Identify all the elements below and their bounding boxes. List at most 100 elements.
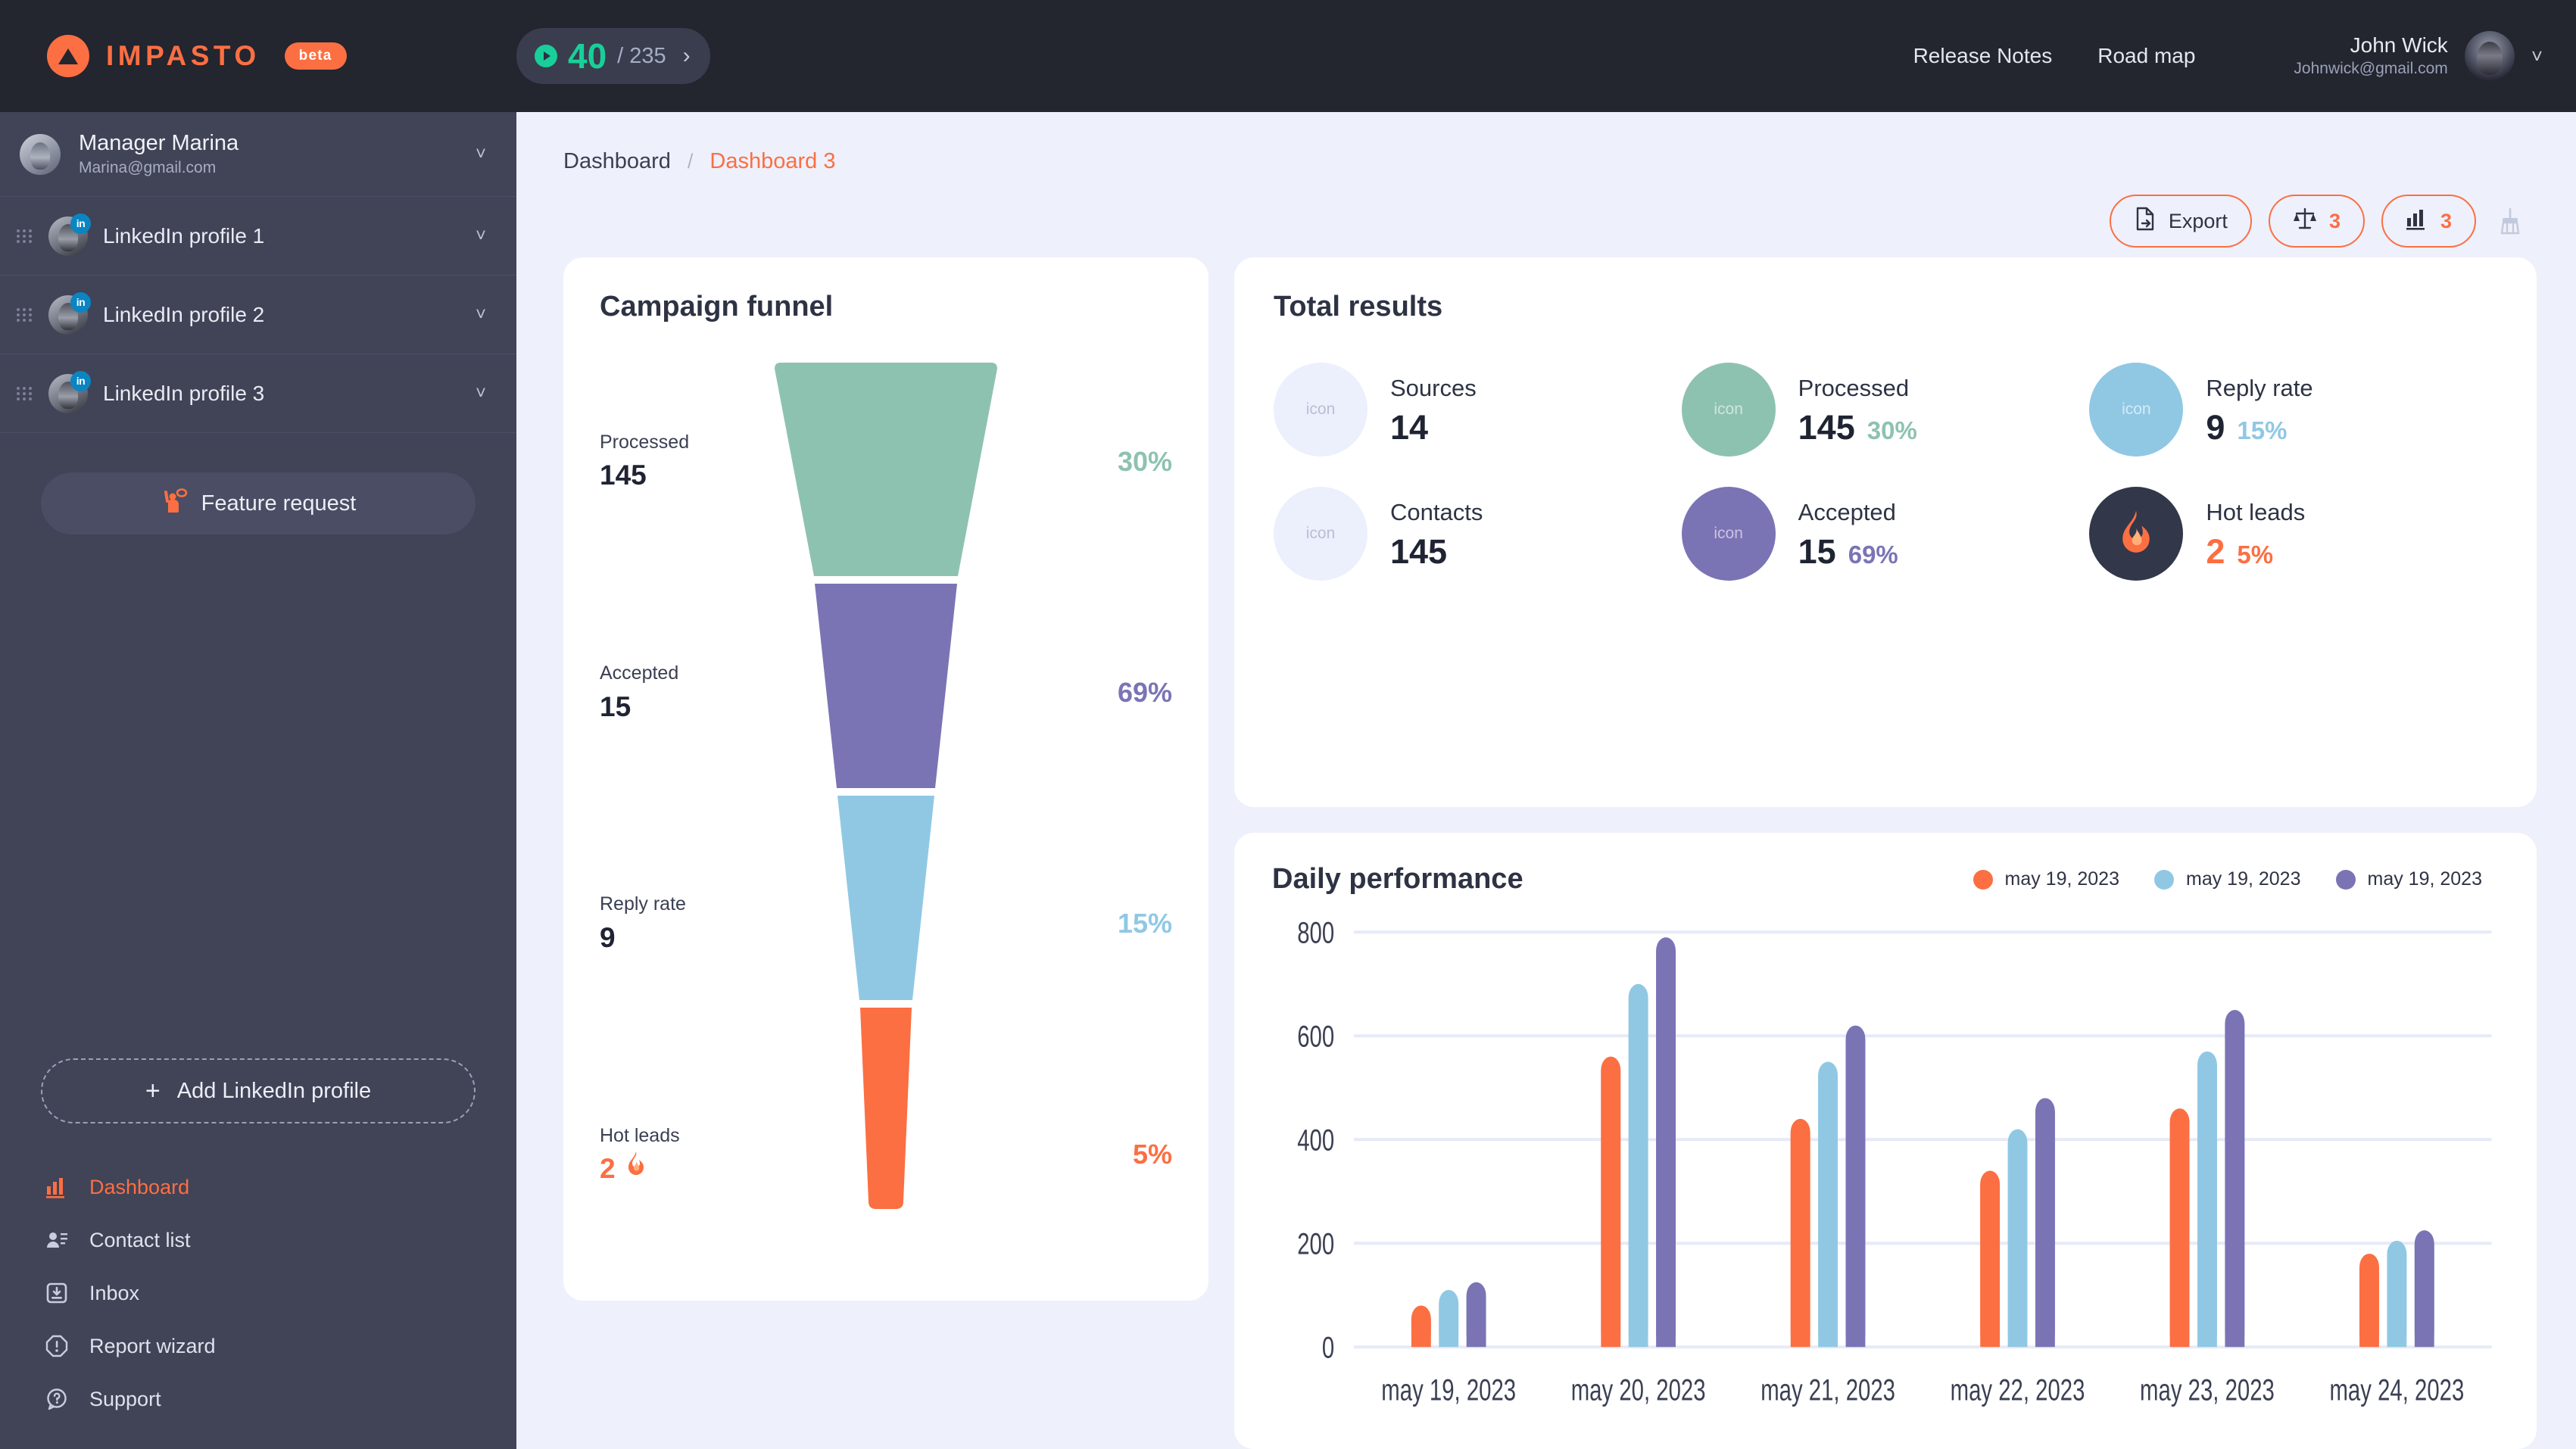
sidebar-item-dashboard[interactable]: Dashboard [44, 1170, 516, 1204]
chevron-down-icon[interactable]: ˅ [476, 144, 486, 165]
legend-item[interactable]: may 19, 2023 [1973, 868, 2120, 890]
funnel-step-value: 145 [600, 457, 774, 494]
stat-value: 145 [1798, 408, 1855, 447]
alert-octagon-icon [44, 1333, 70, 1359]
contact-card-icon [44, 1227, 70, 1253]
stat-icon-circle: icon [1274, 363, 1368, 457]
clear-broom-icon[interactable] [2493, 204, 2528, 238]
sidebar-profile-1[interactable]: in LinkedIn profile 1 ˅ [0, 197, 516, 276]
stat-icon-circle: icon [1682, 487, 1776, 581]
sidebar-item-support[interactable]: Support [44, 1382, 516, 1416]
manager-name: Manager Marina [79, 129, 457, 157]
right-column: Total results icon Sources 14 [1234, 257, 2537, 1449]
chevron-right-icon[interactable]: › [683, 43, 691, 69]
breadcrumb-current[interactable]: Dashboard 3 [709, 149, 835, 174]
stat-sources: icon Sources 14 [1274, 363, 1682, 457]
drag-handle-icon[interactable] [17, 308, 33, 322]
chevron-down-icon[interactable]: ˅ [476, 304, 486, 326]
funnel-labels: Processed 145 30% Accepted 15 69% [600, 346, 1172, 1270]
chevron-down-icon[interactable]: ˅ [476, 226, 486, 247]
profile-avatar: in [48, 374, 88, 413]
sidebar-item-label: Contact list [89, 1229, 191, 1252]
profile-avatar: in [48, 217, 88, 256]
svg-text:may 19, 2023: may 19, 2023 [1381, 1373, 1516, 1407]
funnel-step-pct: 30% [1051, 446, 1172, 478]
legend-color-dot [1973, 870, 1993, 890]
legend-item[interactable]: may 19, 2023 [2154, 868, 2301, 890]
chart-header: Daily performance may 19, 2023 may 19, 2… [1272, 863, 2499, 896]
drag-handle-icon[interactable] [17, 229, 33, 243]
profile-avatar: in [48, 295, 88, 335]
sidebar-item-label: Inbox [89, 1282, 139, 1305]
manager-avatar [20, 134, 61, 175]
chart-legend: may 19, 2023 may 19, 2023 may 19, 2023 [1973, 868, 2500, 890]
svg-text:may 24, 2023: may 24, 2023 [2329, 1373, 2464, 1407]
svg-text:600: 600 [1297, 1020, 1334, 1053]
funnel-row-hot-leads: Hot leads 2 5% [600, 1039, 1172, 1270]
main-content: Dashboard / Dashboard 3 Export 3 [516, 112, 2576, 1449]
chevron-down-icon[interactable]: ˅ [476, 383, 486, 404]
brand-name: IMPASTO [106, 40, 260, 72]
chart-plot-area: 0200400600800may 19, 2023may 20, 2023may… [1272, 915, 2499, 1422]
funnel-step-pct: 69% [1051, 677, 1172, 709]
file-export-icon [2134, 207, 2157, 236]
app-root: IMPASTO beta 40 / 235 › Release Notes Ro… [0, 0, 2576, 1449]
stat-label: Sources [1390, 372, 1477, 404]
scales-icon [2293, 207, 2317, 236]
user-menu[interactable]: John Wick Johnwick@gmail.com ˅ [2294, 31, 2543, 81]
compare-button[interactable]: 3 [2269, 195, 2365, 248]
inbox-icon [44, 1280, 70, 1306]
sidebar-item-contact-list[interactable]: Contact list [44, 1223, 516, 1257]
drag-handle-icon[interactable] [17, 387, 33, 400]
svg-text:may 21, 2023: may 21, 2023 [1760, 1373, 1895, 1407]
stat-reply-rate: icon Reply rate 9 15% [2089, 363, 2497, 457]
counter-total: / 235 [617, 45, 666, 67]
sidebar-manager-profile[interactable]: Manager Marina Marina@gmail.com ˅ [0, 112, 516, 197]
funnel-row-processed: Processed 145 30% [600, 346, 1172, 577]
stat-value: 15 [1798, 532, 1836, 572]
campaign-funnel-card: Campaign funnel Processed [563, 257, 1208, 1301]
stat-icon-circle: icon [2089, 363, 2183, 457]
top-header: IMPASTO beta 40 / 235 › Release Notes Ro… [0, 0, 2576, 112]
stats-grid: icon Sources 14 icon [1274, 363, 2497, 581]
sidebar-item-inbox[interactable]: Inbox [44, 1276, 516, 1310]
chevron-down-icon[interactable]: ˅ [2531, 45, 2543, 68]
svg-text:may 23, 2023: may 23, 2023 [2140, 1373, 2275, 1407]
sidebar-profile-3[interactable]: in LinkedIn profile 3 ˅ [0, 354, 516, 433]
sidebar-spacer [0, 534, 516, 1058]
add-linkedin-profile-button[interactable]: + Add LinkedIn profile [41, 1058, 476, 1123]
bar-chart-svg: 0200400600800may 19, 2023may 20, 2023may… [1272, 915, 2499, 1422]
sidebar-nav: Dashboard Contact list Inbox [0, 1123, 516, 1449]
usage-counter[interactable]: 40 / 235 › [516, 28, 710, 84]
sidebar-item-label: Support [89, 1388, 161, 1411]
charts-button[interactable]: 3 [2381, 195, 2476, 248]
export-button[interactable]: Export [2110, 195, 2252, 248]
svg-text:may 20, 2023: may 20, 2023 [1571, 1373, 1706, 1407]
manager-email: Marina@gmail.com [79, 157, 457, 179]
sidebar-item-label: Dashboard [89, 1176, 189, 1199]
user-name: John Wick [2294, 32, 2447, 58]
breadcrumb-root[interactable]: Dashboard [563, 149, 671, 174]
sidebar-profile-label: LinkedIn profile 3 [103, 382, 460, 406]
sidebar-profile-label: LinkedIn profile 1 [103, 224, 460, 248]
legend-color-dot [2154, 870, 2174, 890]
flame-icon [2089, 487, 2183, 581]
nav-release-notes[interactable]: Release Notes [1913, 44, 2053, 68]
legend-item[interactable]: may 19, 2023 [2336, 868, 2483, 890]
funnel-row-reply-rate: Reply rate 9 15% [600, 809, 1172, 1039]
logo-triangle-icon [47, 35, 89, 77]
funnel-step-label: Accepted [600, 659, 774, 688]
linkedin-badge-icon: in [70, 213, 91, 234]
nav-road-map[interactable]: Road map [2097, 44, 2195, 68]
dashboard-toolbar: Export 3 3 [553, 185, 2544, 257]
stat-pct: 69% [1848, 541, 1898, 569]
stat-value: 14 [1390, 408, 1428, 447]
sidebar-item-report-wizard[interactable]: Report wizard [44, 1329, 516, 1363]
svg-text:400: 400 [1297, 1123, 1334, 1157]
stat-label: Accepted [1798, 496, 1898, 528]
brand-logo[interactable]: IMPASTO beta [47, 35, 516, 77]
feature-request-button[interactable]: Feature request [41, 472, 476, 534]
plus-icon: + [145, 1078, 161, 1104]
sidebar-profile-2[interactable]: in LinkedIn profile 2 ˅ [0, 276, 516, 354]
card-title: Campaign funnel [600, 291, 1172, 323]
